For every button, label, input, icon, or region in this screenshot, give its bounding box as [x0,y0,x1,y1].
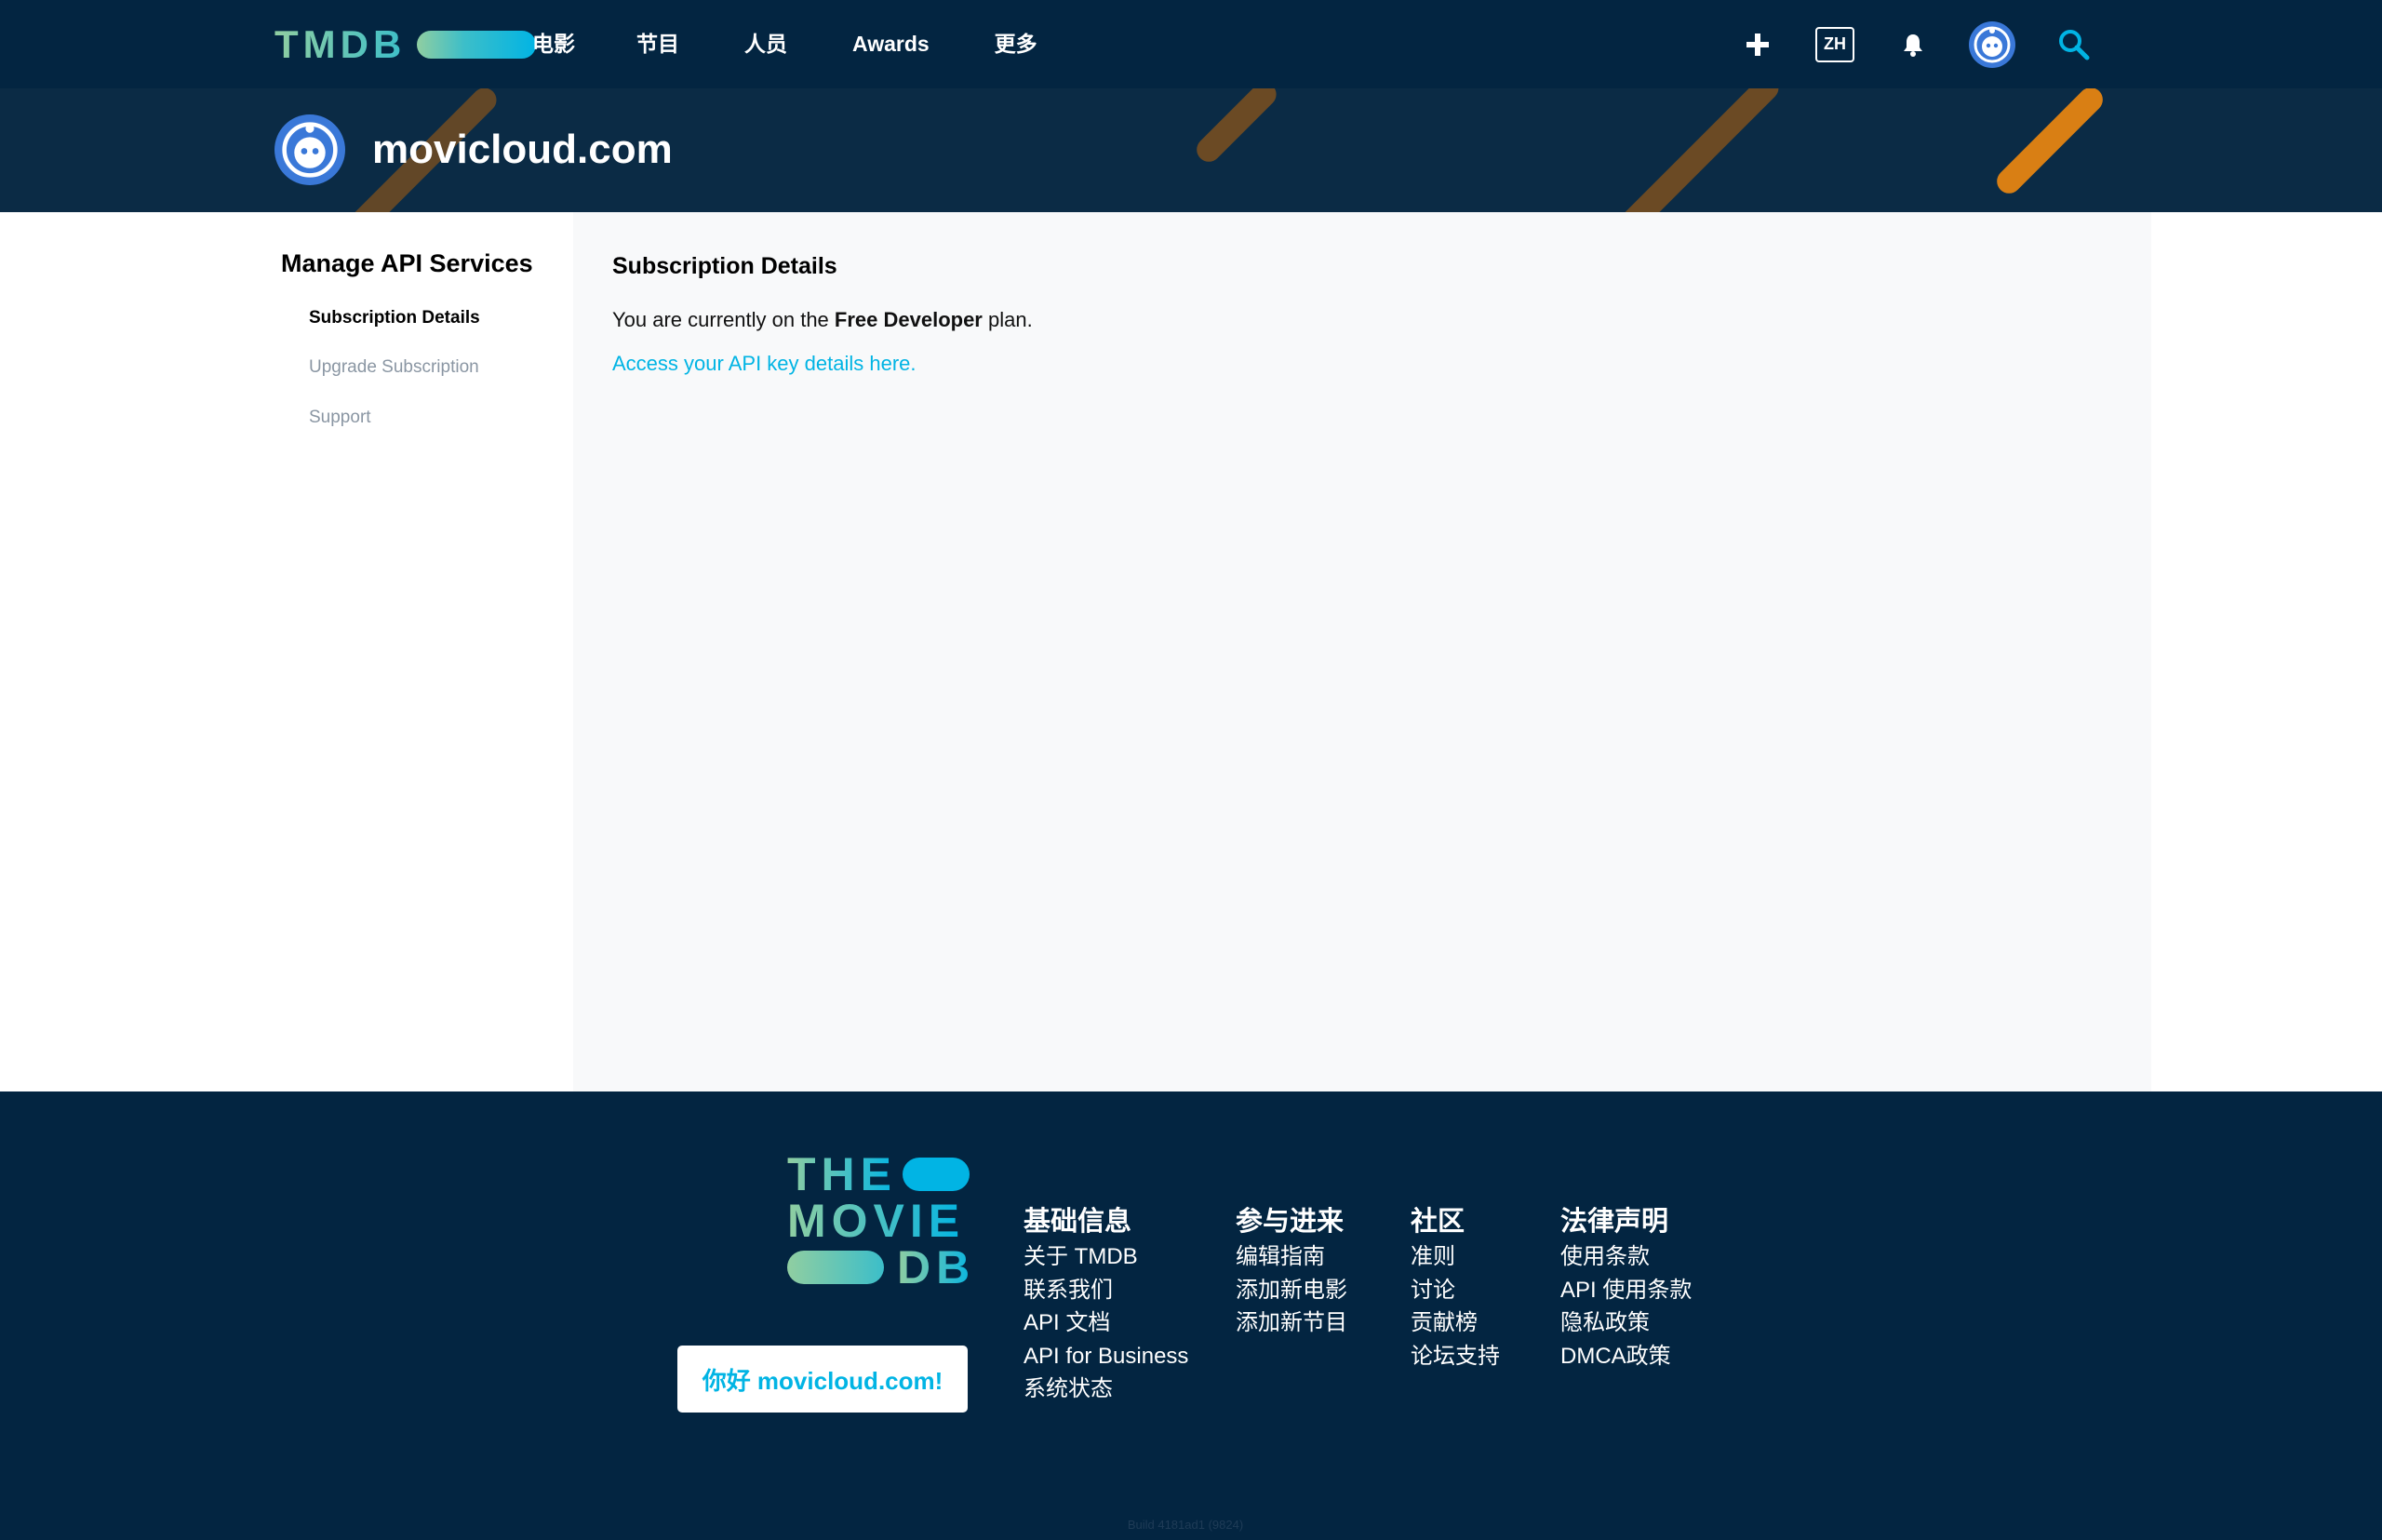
footer-heading: 社区 [1411,1207,1465,1237]
tmdb-logo[interactable]: TMDB [274,22,537,66]
content-title: Subscription Details [612,253,837,279]
language-button[interactable]: ZH [1815,0,1854,88]
account-banner: movicloud.com [0,88,2382,212]
footer-link[interactable]: 准则 [1411,1240,1500,1274]
sidebar-item-subscription-details[interactable]: Subscription Details [309,308,480,328]
logo-text: TMDB [274,22,407,66]
logo-line-the: THE [787,1148,897,1200]
logo-line-movie: MOVIE [787,1195,966,1247]
footer-link[interactable]: 添加新节目 [1236,1306,1347,1340]
footer-column-basics: 基础信息 关于 TMDB 联系我们 API 文档 API for Busines… [1024,1203,1188,1406]
footer-link[interactable]: 使用条款 [1560,1240,1692,1274]
plan-text-before: You are currently on the [612,308,835,331]
footer-link[interactable]: API 使用条款 [1560,1274,1692,1307]
plus-icon[interactable] [1746,0,1773,88]
footer-link[interactable]: 添加新电影 [1236,1274,1347,1307]
nav-tv[interactable]: 节目 [636,28,679,60]
footer-column-community: 社区 准则 讨论 贡献榜 论坛支持 [1411,1203,1500,1373]
footer-link[interactable]: 编辑指南 [1236,1240,1347,1274]
logo-pill [903,1158,970,1191]
logo-pill [417,31,537,59]
footer-column-legal: 法律声明 使用条款 API 使用条款 隐私政策 DMCA政策 [1560,1203,1692,1373]
top-navigation: TMDB 电影 节目 人员 Awards 更多 ZH [0,0,2382,88]
footer-link[interactable]: 系统状态 [1024,1373,1188,1406]
main-area: Manage API Services Subscription Details… [0,212,2371,1091]
footer-link[interactable]: 隐私政策 [1560,1306,1692,1340]
nav-more[interactable]: 更多 [995,28,1037,60]
footer-link[interactable]: 关于 TMDB [1024,1240,1188,1274]
footer-heading: 参与进来 [1236,1207,1345,1237]
sidebar-title: Manage API Services [281,249,533,277]
nav-people[interactable]: 人员 [744,28,787,60]
account-name[interactable]: movicloud.com [372,124,673,176]
plan-text-after: plan. [982,308,1033,331]
sidebar-item-support[interactable]: Support [309,408,371,428]
footer-heading: 法律声明 [1560,1207,1669,1237]
sidebar-item-upgrade-subscription[interactable]: Upgrade Subscription [309,357,479,378]
footer-link[interactable]: 讨论 [1411,1274,1500,1307]
plan-text: You are currently on the Free Developer … [612,308,1033,332]
banner-avatar[interactable] [274,114,345,185]
footer-link[interactable]: API 文档 [1024,1306,1188,1340]
search-icon[interactable] [2058,0,2090,88]
content-panel: Subscription Details You are currently o… [573,212,2151,1091]
avatar[interactable] [1969,0,2015,88]
nav-movies[interactable]: 电影 [532,28,575,60]
bell-icon[interactable] [1902,0,1924,88]
footer-logo[interactable]: THE MOVIE DB [787,1151,975,1291]
decor-stripe [1991,88,2108,199]
nav-awards[interactable]: Awards [852,28,930,60]
footer-link[interactable]: 论坛支持 [1411,1340,1500,1373]
footer-link[interactable]: 贡献榜 [1411,1306,1500,1340]
footer-link[interactable]: DMCA政策 [1560,1340,1692,1373]
language-label: ZH [1815,26,1854,62]
decor-stripe [1191,88,1281,167]
footer-link[interactable]: API for Business [1024,1340,1188,1373]
nav-links: 电影 节目 人员 Awards 更多 [532,28,1037,60]
footer-heading: 基础信息 [1024,1207,1132,1237]
plan-name: Free Developer [834,308,983,331]
decor-stripe [1614,88,1784,212]
footer: THE MOVIE DB 你好 movicloud.com! 基础信息 关于 T… [0,1091,2382,1540]
logo-pill [787,1251,884,1284]
api-key-link[interactable]: Access your API key details here. [612,352,917,376]
logo-line-db: DB [897,1241,976,1293]
build-info: Build 4181ad1 (9824) [1127,1518,1244,1532]
footer-link[interactable]: 联系我们 [1024,1274,1188,1307]
footer-column-get-involved: 参与进来 编辑指南 添加新电影 添加新节目 [1236,1203,1347,1340]
greeting-button[interactable]: 你好 movicloud.com! [677,1346,968,1413]
